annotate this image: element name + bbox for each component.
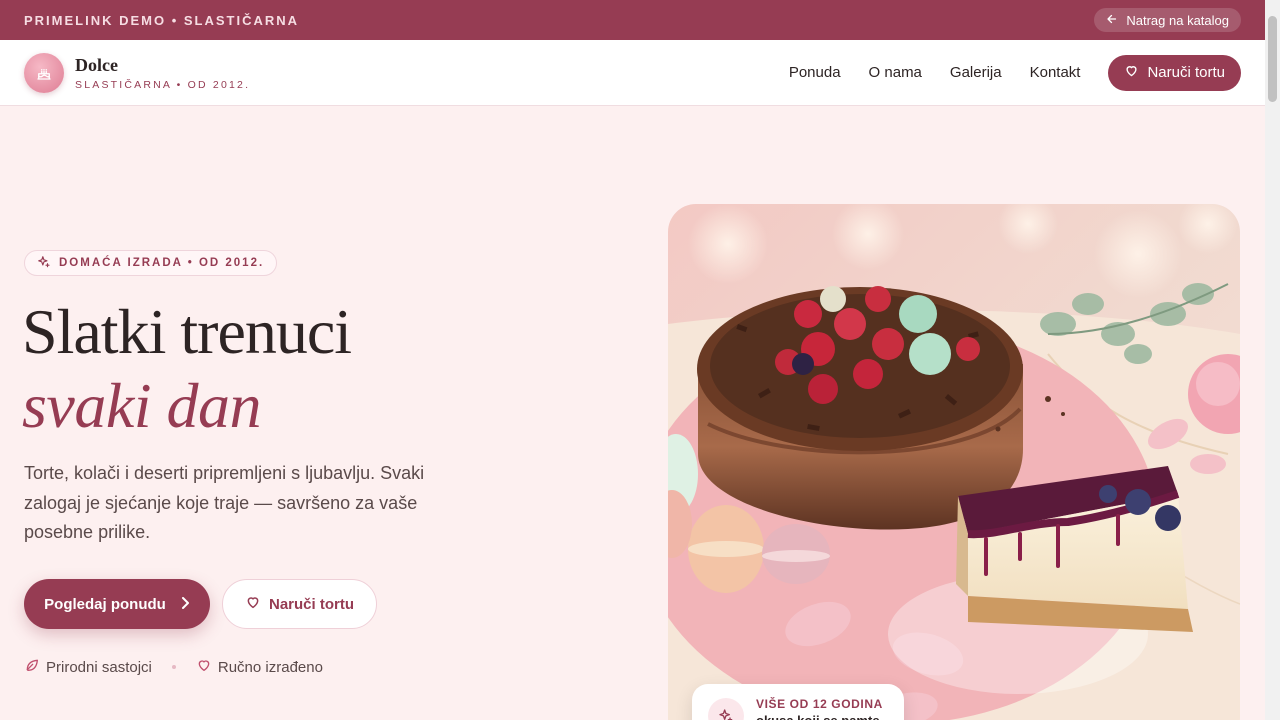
nav-link-o-nama[interactable]: O nama (869, 64, 922, 81)
nav-link-galerija[interactable]: Galerija (950, 64, 1002, 81)
hero-title-line-1: Slatki trenuci (22, 296, 352, 367)
brand-name: Dolce (75, 54, 118, 75)
back-to-catalog-label: Natrag na katalog (1126, 12, 1229, 28)
feature-handmade: Ručno izrađeno (196, 657, 323, 677)
experience-card-title: VIŠE OD 12 GODINA (756, 697, 883, 711)
order-cake-button[interactable]: Naruči tortu (1108, 54, 1241, 91)
leaf-icon (24, 657, 40, 677)
brand-tagline: SLASTIČARNA • OD 2012. (75, 78, 251, 91)
brand[interactable]: Dolce SLASTIČARNA • OD 2012. (24, 52, 251, 93)
hero-features: Prirodni sastojci Ručno izrađeno (24, 657, 323, 677)
experience-card: VIŠE OD 12 GODINA okusa koji se pamte (692, 684, 904, 720)
demo-bar: PRIMELINK DEMO • SLASTIČARNA Natrag na k… (0, 0, 1265, 40)
back-to-catalog-button[interactable]: Natrag na katalog (1094, 8, 1241, 32)
sparkles-icon (37, 255, 51, 272)
scrollbar-thumb[interactable] (1268, 16, 1277, 102)
demo-bar-title: PRIMELINK DEMO • SLASTIČARNA (24, 12, 300, 28)
cake-icon (24, 52, 64, 93)
hero-title-line-2: svaki dan (22, 370, 262, 441)
order-cake-label: Naruči tortu (1147, 64, 1225, 81)
experience-card-subtitle: okusa koji se pamte (756, 712, 883, 720)
main-nav: Ponuda O nama Galerija Kontakt Naruči to… (789, 54, 1241, 91)
page-scrollbar[interactable] (1265, 0, 1280, 720)
heart-icon (1124, 63, 1139, 82)
feature-natural-ingredients: Prirodni sastojci (24, 657, 152, 677)
hero-badge: DOMAĆA IZRADA • OD 2012. (24, 250, 278, 276)
site-header: Dolce SLASTIČARNA • OD 2012. Ponuda O na… (0, 40, 1265, 106)
nav-link-ponuda[interactable]: Ponuda (789, 64, 841, 81)
heart-icon (245, 594, 261, 614)
nav-link-kontakt[interactable]: Kontakt (1030, 64, 1081, 81)
chevron-right-icon (180, 596, 190, 613)
hero-image (668, 204, 1240, 720)
view-offer-button[interactable]: Pogledaj ponudu (24, 579, 210, 629)
hero-badge-label: DOMAĆA IZRADA • OD 2012. (59, 257, 265, 269)
order-cake-outline-button[interactable]: Naruči tortu (222, 579, 377, 629)
feature-label: Prirodni sastojci (46, 658, 152, 676)
sparkles-icon (708, 698, 744, 720)
arrow-left-icon (1106, 13, 1118, 28)
separator-dot (171, 665, 176, 669)
order-cake-outline-label: Naruči tortu (268, 595, 354, 613)
feature-label: Ručno izrađeno (217, 658, 323, 676)
hero-lead: Torte, kolači i deserti pripremljeni s l… (24, 463, 425, 542)
heart-icon (196, 657, 212, 677)
view-offer-label: Pogledaj ponudu (44, 595, 166, 613)
